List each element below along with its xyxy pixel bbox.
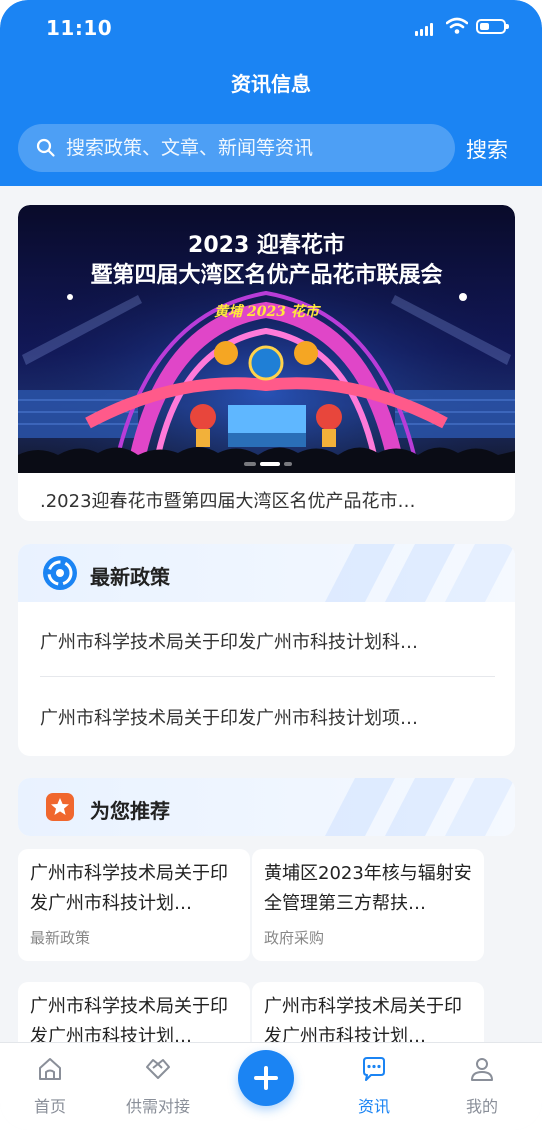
page-title: 资讯信息 xyxy=(231,72,311,96)
banner-headline-line2: 暨第四届大湾区名优产品花市联展会 xyxy=(90,263,443,288)
banner-caption[interactable]: .2023迎春花市暨第四届大湾区名优产品花市… xyxy=(40,487,500,513)
header: 11:10 资讯信息 搜索 xyxy=(0,0,542,186)
star-badge-icon xyxy=(46,793,74,821)
search-input[interactable] xyxy=(66,124,436,172)
recommend-section-title: 为您推荐 xyxy=(90,799,170,823)
recommend-header-bg: 为您推荐 xyxy=(18,778,515,836)
banner-card[interactable]: 2023 迎春花市 暨第四届大湾区名优产品花市联展会 黄埔 2023 花市 .2… xyxy=(18,205,515,521)
status-bar: 11:10 xyxy=(0,0,542,56)
search-button[interactable]: 搜索 xyxy=(466,134,508,164)
app-screen: 11:10 资讯信息 搜索政策、文章、新闻等资讯 搜索 2023 迎春花市 暨第… xyxy=(0,0,542,1130)
recommend-card-title: 黄埔区2023年核与辐射安全管理第三方帮扶… xyxy=(264,863,472,914)
battery-icon xyxy=(476,19,509,34)
search-icon xyxy=(36,138,55,157)
home-icon xyxy=(39,1058,61,1080)
search-bar[interactable] xyxy=(18,124,455,172)
tab-supply-demand-label: 供需对接 xyxy=(125,1097,190,1116)
tab-home[interactable]: 首页 xyxy=(10,1043,90,1130)
recommend-section-header[interactable]: 为您推荐 xyxy=(18,778,515,836)
policy-item[interactable]: 广州市科学技术局关于印发广州市科技计划项… xyxy=(40,704,495,730)
tab-mine[interactable]: 我的 xyxy=(442,1043,522,1130)
divider xyxy=(40,676,495,677)
policy-section-header[interactable]: 最新政策 xyxy=(18,544,515,602)
signal-icon xyxy=(415,22,437,36)
banner-headline-line1: 2023 迎春花市 xyxy=(188,233,345,258)
recommend-card-tag: 最新政策 xyxy=(30,929,91,947)
header-decoration xyxy=(325,778,515,836)
carousel-dot[interactable] xyxy=(284,462,292,466)
banner-image[interactable]: 2023 迎春花市 暨第四届大湾区名优产品花市联展会 黄埔 2023 花市 xyxy=(18,205,515,473)
add-button[interactable] xyxy=(238,1050,294,1106)
tab-news-label: 资讯 xyxy=(357,1097,390,1116)
tab-news[interactable]: 资讯 xyxy=(334,1043,414,1130)
banner-arch-text: 黄埔 2023 花市 xyxy=(214,304,319,320)
policy-section: 最新政策 广州市科学技术局关于印发广州市科技计划科… 广州市科学技术局关于印发广… xyxy=(18,544,515,756)
recommend-card-title: 广州市科学技术局关于印发广州市科技计划… xyxy=(30,863,228,914)
recommend-card-tag: 政府采购 xyxy=(264,929,325,947)
policy-logo-icon xyxy=(43,556,77,590)
user-icon xyxy=(471,1058,493,1081)
carousel-indicator[interactable] xyxy=(244,462,292,466)
header-decoration xyxy=(325,544,515,602)
policy-item[interactable]: 广州市科学技术局关于印发广州市科技计划科… xyxy=(40,628,495,654)
tab-supply-demand[interactable]: 供需对接 xyxy=(118,1043,198,1130)
handshake-icon xyxy=(146,1059,170,1079)
chat-icon xyxy=(363,1057,385,1081)
policy-section-title: 最新政策 xyxy=(90,565,170,589)
carousel-dot[interactable] xyxy=(244,462,256,466)
tab-home-label: 首页 xyxy=(33,1097,66,1116)
recommend-card[interactable]: 黄埔区2023年核与辐射安全管理第三方帮扶… 政府采购 xyxy=(252,849,484,961)
status-time: 11:10 xyxy=(46,16,113,40)
wifi-icon xyxy=(446,17,468,34)
tab-mine-label: 我的 xyxy=(465,1097,498,1116)
recommend-card[interactable]: 广州市科学技术局关于印发广州市科技计划… 最新政策 xyxy=(18,849,250,961)
carousel-dot-active[interactable] xyxy=(260,462,280,466)
